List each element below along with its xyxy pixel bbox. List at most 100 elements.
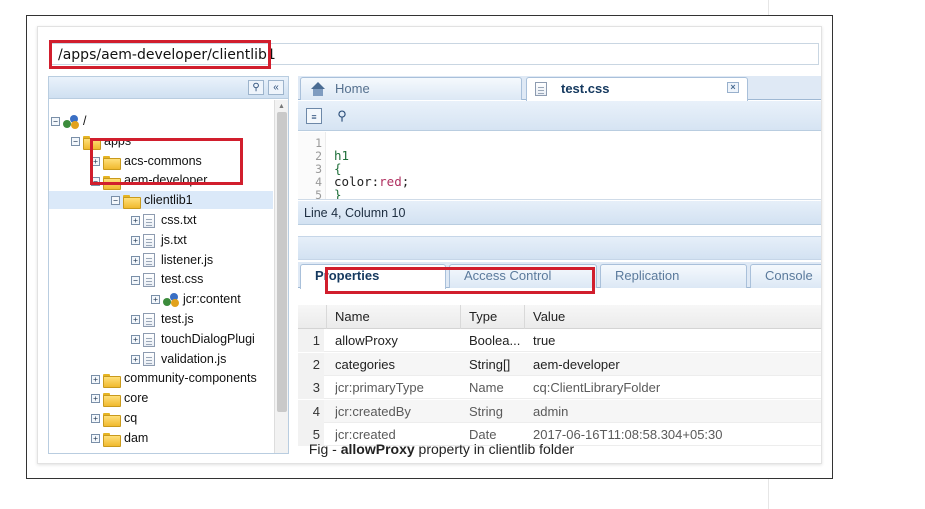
column-value[interactable]: Value	[524, 305, 821, 329]
collapse-icon[interactable]: −	[111, 196, 120, 206]
figure-caption: Fig - allowProxy property in clientlib f…	[38, 441, 821, 457]
property-row[interactable]: 4 jcr:createdBy String admin	[298, 399, 821, 423]
tab-test-css[interactable]: test.css ×	[526, 77, 748, 101]
tree-header: ⚲ «	[49, 77, 288, 99]
property-name: categories	[335, 356, 395, 372]
expand-icon[interactable]: +	[131, 335, 140, 344]
caption-suffix: property in clientlib folder	[414, 441, 575, 457]
tree-node[interactable]: + community-components	[91, 369, 257, 388]
code-editor[interactable]: 1 2 h1 3{4 color:red; 5}	[298, 132, 821, 200]
tab-console[interactable]: Console	[750, 264, 821, 288]
tree-scroll-thumb[interactable]	[277, 112, 287, 412]
tree-node-label: cq	[124, 411, 138, 425]
tree-node[interactable]: + validation.js	[131, 350, 226, 368]
tab-replication[interactable]: Replication	[600, 264, 747, 288]
file-icon	[143, 332, 155, 347]
tree-node-label: validation.js	[161, 351, 227, 366]
crxde-screenshot: /apps/aem-developer/clientlib1 ⚲ « ▲ − / −…	[37, 26, 822, 464]
row-number: 3	[298, 376, 324, 399]
repository-tree: ⚲ « ▲ − / − apps + acs-commons − aem-developer −…	[48, 76, 289, 454]
collapse-icon[interactable]: −	[71, 137, 80, 146]
property-type: Boolea...	[469, 333, 521, 348]
property-row[interactable]: 3 jcr:primaryType Name cq:ClientLibraryFold…	[298, 376, 821, 399]
expand-icon[interactable]: +	[131, 255, 140, 265]
code-terminator: ;	[401, 174, 410, 189]
file-icon	[143, 253, 155, 268]
collapse-icon[interactable]: −	[51, 117, 60, 127]
binoculars-icon[interactable]: ⚲	[334, 108, 350, 124]
page: /apps/aem-developer/clientlib1 ⚲ « ▲ − / −…	[0, 0, 925, 509]
tree-node[interactable]: + listener.js	[131, 251, 213, 269]
tree-node[interactable]: + cq	[91, 409, 138, 428]
tree-scrollbar[interactable]: ▲	[274, 100, 288, 453]
file-icon	[143, 213, 155, 228]
line-number: 5	[315, 188, 322, 200]
property-type: Name	[469, 380, 504, 395]
tree-node[interactable]: − clientlib1	[49, 191, 273, 210]
property-value: admin	[533, 403, 569, 419]
folder-icon	[123, 194, 141, 210]
caption-prefix: Fig -	[308, 441, 341, 457]
binoculars-icon[interactable]: ⚲	[248, 80, 264, 95]
figure-frame: /apps/aem-developer/clientlib1 ⚲ « ▲ − / −…	[26, 15, 833, 479]
column-type[interactable]: Type	[460, 305, 524, 329]
expand-icon[interactable]: +	[91, 394, 100, 404]
tree-node[interactable]: + touchDialogPlugi	[131, 330, 255, 348]
property-type: String	[469, 403, 503, 419]
expand-icon[interactable]: +	[131, 354, 140, 364]
expand-icon[interactable]: +	[131, 216, 140, 226]
code-line: }	[334, 187, 342, 200]
collapse-left-icon[interactable]: «	[268, 80, 284, 95]
property-value: true	[533, 333, 556, 348]
property-value: aem-developer	[533, 356, 620, 372]
line-number: 4	[315, 175, 322, 189]
property-name: jcr:primaryType	[335, 380, 424, 395]
collapse-icon[interactable]: −	[131, 275, 140, 285]
cursor-status: Line 4, Column 10	[298, 201, 821, 225]
row-number: 2	[298, 352, 324, 376]
expand-icon[interactable]: +	[91, 414, 100, 424]
tree-node-label: css.txt	[161, 213, 197, 227]
format-icon[interactable]: ≡	[306, 108, 322, 124]
folder-icon	[103, 392, 121, 408]
tree-node-label: touchDialogPlugi	[161, 331, 255, 346]
property-value: cq:ClientLibraryFolder	[533, 380, 661, 395]
property-row[interactable]: 1 allowProxy Boolea... true	[298, 329, 821, 352]
expand-icon[interactable]: +	[91, 374, 100, 384]
tree-node-label: js.txt	[161, 232, 187, 247]
expand-icon[interactable]: +	[131, 315, 140, 325]
tree-node-label: test.css	[161, 272, 204, 287]
column-name[interactable]: Name	[326, 305, 460, 329]
file-icon	[143, 233, 155, 248]
tree-node[interactable]: − test.css	[131, 270, 203, 288]
tree-node[interactable]: + core	[91, 389, 148, 408]
tree-node[interactable]: + css.txt	[131, 211, 196, 229]
file-icon	[535, 82, 547, 96]
tree-node[interactable]: + test.js	[131, 310, 194, 328]
tree-highlight-box	[90, 138, 243, 185]
tree-node-label: clientlib1	[144, 193, 193, 208]
row-number: 1	[298, 329, 324, 352]
tab-home-label: Home	[335, 81, 370, 96]
file-icon	[143, 352, 155, 367]
code-value: red	[379, 174, 402, 189]
tab-home[interactable]: Home	[300, 77, 522, 100]
editor-tabbar: Home test.css ×	[298, 76, 821, 101]
panel-splitter[interactable]	[298, 236, 821, 260]
tree-node-label: jcr:content	[183, 292, 241, 307]
expand-icon[interactable]: +	[131, 236, 140, 245]
tree-node-label: /	[83, 114, 87, 128]
tree-node[interactable]: − /	[51, 112, 86, 130]
scroll-up-icon[interactable]: ▲	[278, 103, 285, 110]
editor-toolbar: ≡ ⚲	[298, 101, 821, 131]
close-icon[interactable]: ×	[727, 82, 739, 93]
tree-node[interactable]: + jcr:content	[151, 290, 241, 308]
path-highlight-box	[49, 40, 271, 69]
property-row[interactable]: 2 categories String[] aem-developer	[298, 352, 821, 376]
folder-icon	[103, 373, 121, 388]
tree-node-label: listener.js	[161, 252, 214, 267]
tree-node[interactable]: + js.txt	[131, 231, 187, 249]
caption-bold: allowProxy	[340, 441, 415, 457]
expand-icon[interactable]: +	[151, 295, 160, 305]
property-name: jcr:createdBy	[335, 403, 411, 419]
